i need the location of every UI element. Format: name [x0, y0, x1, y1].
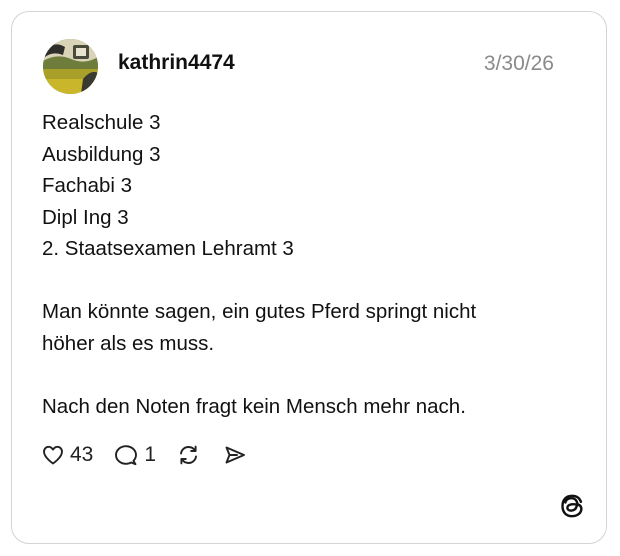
avatar[interactable] [43, 39, 98, 94]
threads-logo-icon [561, 494, 583, 518]
speech-bubble-icon [115, 445, 138, 466]
reply-count: 1 [144, 443, 157, 466]
post-line: höher als es muss. [42, 331, 215, 355]
post-date: 3/30/26 [483, 52, 554, 75]
post-body: Realschule 3 Ausbildung 3 Fachabi 3 Dipl… [42, 107, 582, 422]
post-line: Nach den Noten fragt kein Mensch mehr na… [42, 394, 466, 418]
post-line: Fachabi 3 [42, 174, 133, 197]
repost-icon [180, 445, 197, 465]
post-line: Realschule 3 [42, 111, 161, 134]
like-button[interactable]: 43 [41, 442, 93, 468]
username[interactable]: kathrin4474 [118, 50, 235, 76]
like-count: 43 [70, 443, 94, 466]
heart-icon [43, 445, 63, 465]
post-line: Ausbildung 3 [42, 142, 161, 166]
send-icon [225, 446, 245, 464]
action-bar: 43 1 [41, 440, 268, 470]
post-line: Dipl Ing 3 [42, 205, 129, 229]
post-card: kathrin4474 3/30/26 Realschule 3 Ausbild… [11, 11, 607, 544]
repost-button[interactable] [176, 443, 202, 467]
avatar-image [43, 39, 98, 94]
share-button[interactable] [222, 443, 248, 467]
reply-button[interactable]: 1 [113, 442, 156, 468]
post-line: Man könnte sagen, ein gutes Pferd spring… [42, 300, 477, 323]
post-line: 2. Staatsexamen Lehramt 3 [42, 237, 294, 260]
